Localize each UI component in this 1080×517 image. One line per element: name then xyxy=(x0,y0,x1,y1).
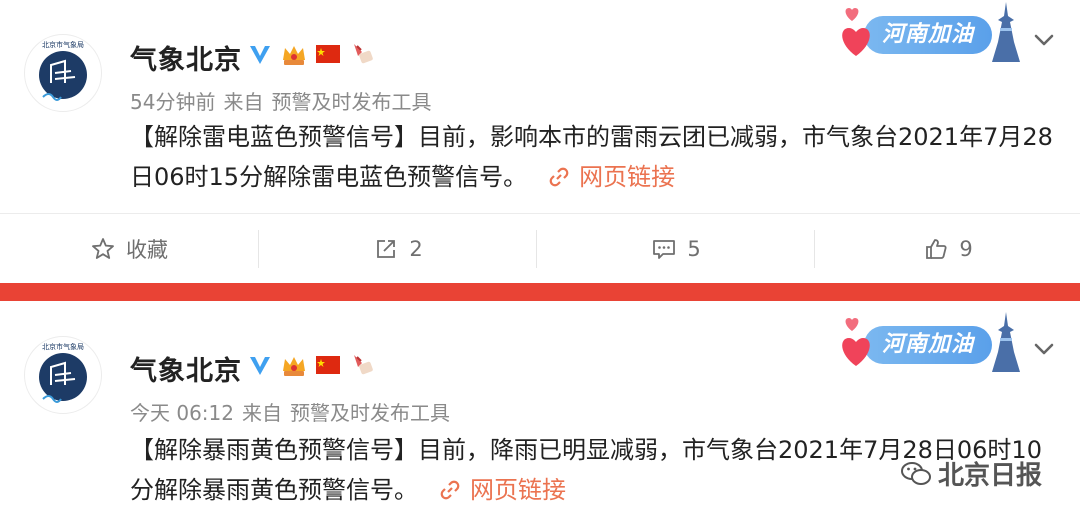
crown-badge-icon[interactable] xyxy=(280,40,308,68)
post-meta: 今天 06:12 来自 预警及时发布工具 xyxy=(130,397,458,426)
avatar-label: 北京市气象局 xyxy=(42,342,84,351)
action-divider xyxy=(814,230,815,268)
promo-label: 河南加油 xyxy=(864,16,992,54)
tower-icon xyxy=(992,2,1020,62)
chevron-down-icon[interactable] xyxy=(1030,26,1058,54)
web-link[interactable]: 网页链接 xyxy=(438,476,566,504)
like-count: 9 xyxy=(959,237,973,261)
web-link-label: 网页链接 xyxy=(470,476,566,504)
link-chain-icon xyxy=(438,478,462,502)
share-icon xyxy=(377,240,396,258)
newspaper-watermark: 北京日报 xyxy=(900,455,1042,492)
promo-label: 河南加油 xyxy=(864,326,992,364)
henan-promo-badge[interactable]: 河南加油 xyxy=(836,312,1026,374)
badge-row xyxy=(246,351,376,379)
account-name[interactable]: 气象北京 xyxy=(130,349,242,388)
avatar[interactable]: 北京市气象局 xyxy=(24,34,102,112)
comment-count: 5 xyxy=(687,237,701,261)
web-link-label: 网页链接 xyxy=(579,163,676,191)
chevron-down-icon[interactable] xyxy=(1030,335,1058,363)
post-source[interactable]: 预警及时发布工具 xyxy=(271,90,431,114)
repost-count: 2 xyxy=(409,237,423,261)
heart-icon xyxy=(842,28,870,56)
comment-button[interactable]: 5 xyxy=(538,214,814,284)
verified-v-icon xyxy=(246,40,274,68)
avatar[interactable]: 北京市气象局 xyxy=(24,336,102,414)
post-time: 今天 06:12 xyxy=(130,401,234,425)
action-bar: 收藏 2 5 9 xyxy=(0,213,1080,284)
wechat-icon xyxy=(900,460,932,488)
thumbs-up-icon xyxy=(926,239,947,259)
repost-button[interactable]: 2 xyxy=(260,214,536,284)
fan-badge-icon[interactable] xyxy=(348,40,376,68)
heart-icon xyxy=(842,338,870,366)
like-button[interactable]: 9 xyxy=(816,214,1080,284)
post-text: 【解除雷电蓝色预警信号】目前，影响本市的雷雨云团已减弱，市气象台2021年7月2… xyxy=(130,117,1055,197)
post-source[interactable]: 预警及时发布工具 xyxy=(290,401,450,425)
weibo-post: 北京市气象局 气象北京 54分钟前 来自 预警及时发布工具 【解除雷电蓝色预警信号】… xyxy=(0,0,1080,283)
post-from-label: 来自 xyxy=(242,401,282,425)
star-icon xyxy=(92,238,114,259)
verified-v-icon xyxy=(246,351,274,379)
badge-row xyxy=(246,40,376,68)
post-meta: 54分钟前 来自 预警及时发布工具 xyxy=(130,86,439,115)
link-chain-icon xyxy=(547,165,571,189)
web-link[interactable]: 网页链接 xyxy=(547,163,675,191)
small-heart-icon xyxy=(845,318,859,331)
avatar-label: 北京市气象局 xyxy=(42,40,84,49)
watermark-label: 北京日报 xyxy=(938,461,1043,491)
china-flag-icon[interactable] xyxy=(314,40,342,68)
post-time: 54分钟前 xyxy=(130,90,216,114)
post-divider xyxy=(0,283,1080,301)
china-flag-icon[interactable] xyxy=(314,351,342,379)
fan-badge-icon[interactable] xyxy=(348,351,376,379)
account-name[interactable]: 气象北京 xyxy=(130,38,242,77)
tower-icon xyxy=(992,312,1020,372)
crown-badge-icon[interactable] xyxy=(280,351,308,379)
favorite-label: 收藏 xyxy=(126,238,168,262)
henan-promo-badge[interactable]: 河南加油 xyxy=(836,2,1026,64)
action-divider xyxy=(258,230,259,268)
favorite-button[interactable]: 收藏 xyxy=(0,214,258,284)
action-divider xyxy=(536,230,537,268)
comment-icon xyxy=(653,240,676,259)
post-from-label: 来自 xyxy=(223,90,264,114)
